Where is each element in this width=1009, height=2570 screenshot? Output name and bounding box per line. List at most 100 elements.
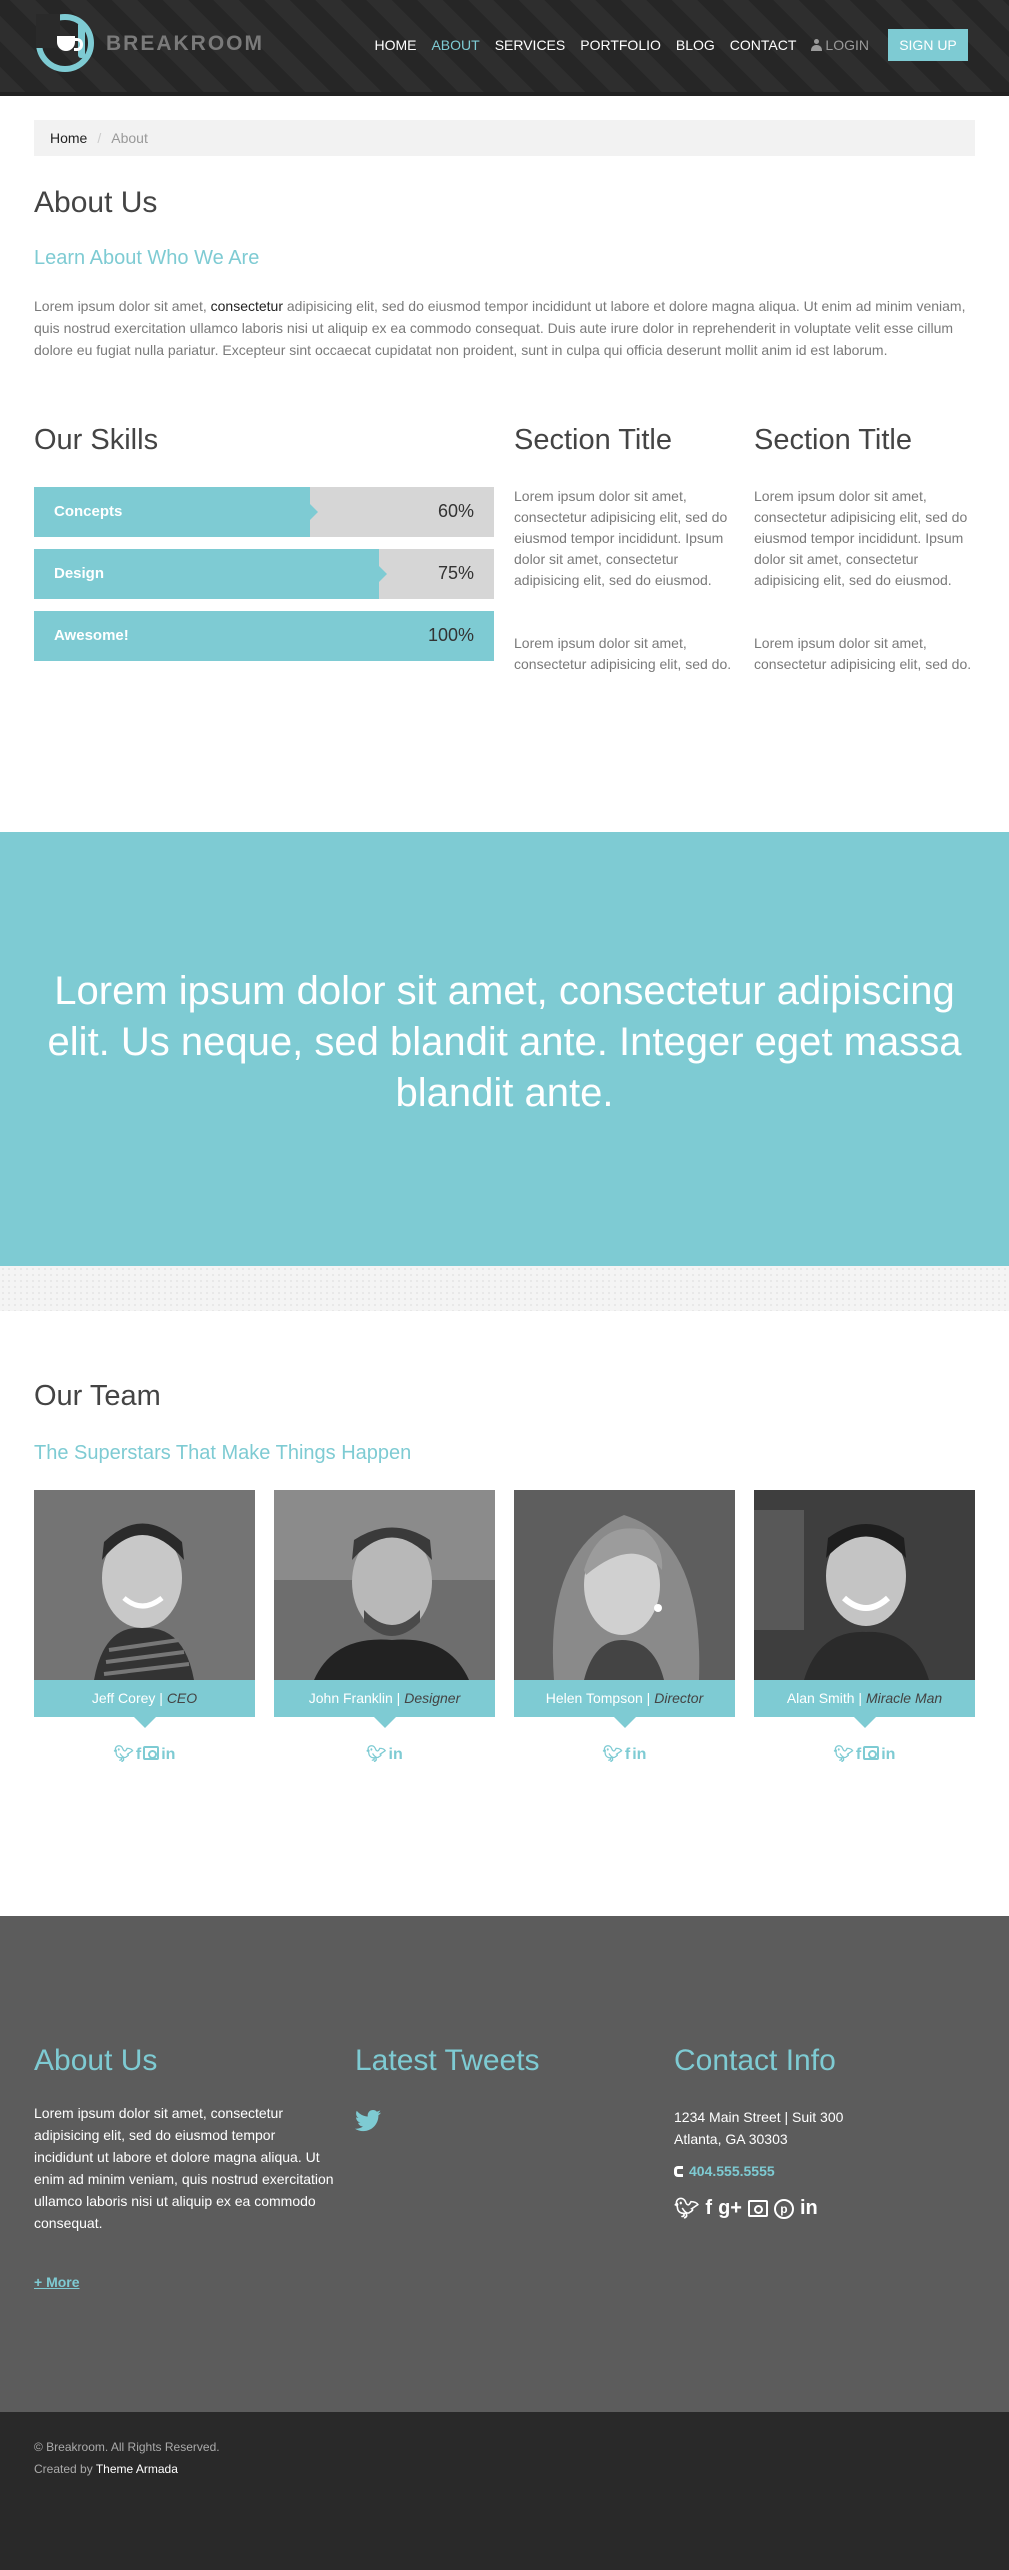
member-socials: 🐦︎ in bbox=[274, 1744, 495, 1764]
footer-contact-title: Contact Info bbox=[674, 2044, 836, 2077]
login-label: LOGIN bbox=[825, 37, 869, 53]
main-nav: HOME ABOUT SERVICES PORTFOLIO BLOG CONTA… bbox=[374, 37, 869, 53]
linkedin-icon[interactable]: in bbox=[800, 2197, 818, 2220]
skill-label: Awesome! bbox=[54, 627, 129, 644]
member-caption: John Franklin | Designer bbox=[274, 1680, 495, 1728]
twitter-icon[interactable] bbox=[355, 2110, 381, 2132]
instagram-icon[interactable] bbox=[863, 1746, 880, 1760]
address-line: Atlanta, GA 30303 bbox=[674, 2131, 788, 2147]
pinterest-icon[interactable]: p bbox=[773, 2198, 794, 2219]
skills-title: Our Skills bbox=[34, 424, 159, 456]
nav-contact[interactable]: CONTACT bbox=[730, 37, 797, 53]
credit-line: Created by Theme Armada bbox=[34, 2462, 178, 2476]
member-name: Jeff Corey bbox=[91, 1690, 156, 1706]
about-paragraph: Lorem ipsum dolor sit amet, consectetur … bbox=[34, 298, 966, 358]
team-member: Helen Tompson | Director 🐦︎ f in bbox=[514, 1490, 735, 1763]
twitter-icon[interactable]: 🐦︎ bbox=[603, 1746, 623, 1763]
twitter-icon[interactable]: 🐦︎ bbox=[366, 1746, 386, 1763]
member-role: Director bbox=[654, 1690, 704, 1706]
login-link[interactable]: LOGIN bbox=[811, 37, 869, 53]
member-role: Miracle Man bbox=[865, 1690, 943, 1706]
skill-bar-awesome: Awesome! 100% bbox=[34, 611, 494, 661]
facebook-icon[interactable]: f bbox=[856, 1746, 861, 1763]
contact-socials: 🐦︎ f g+ p in bbox=[674, 2196, 818, 2221]
user-icon bbox=[811, 39, 823, 51]
nav-blog[interactable]: BLOG bbox=[676, 37, 715, 53]
nav-home[interactable]: HOME bbox=[374, 37, 416, 53]
breadcrumb: Home / About bbox=[34, 120, 975, 156]
google-plus-icon[interactable]: g+ bbox=[718, 2197, 742, 2220]
logo-icon[interactable] bbox=[36, 14, 94, 72]
member-role: CEO bbox=[166, 1690, 198, 1706]
contact-address: 1234 Main Street | Suit 300 Atlanta, GA … bbox=[674, 2106, 843, 2150]
member-socials: 🐦︎ f in bbox=[514, 1744, 735, 1764]
breadcrumb-separator: / bbox=[97, 130, 102, 146]
section-paragraph: Lorem ipsum dolor sit amet, consectetur … bbox=[754, 635, 972, 672]
member-socials: 🐦︎ f in bbox=[754, 1744, 975, 1764]
site-header: BREAKROOM HOME ABOUT SERVICES PORTFOLIO … bbox=[0, 0, 1009, 96]
skill-bar-design: Design 75% bbox=[34, 549, 494, 599]
footer-about-text: Lorem ipsum dolor sit amet, consectetur … bbox=[34, 2105, 334, 2231]
member-name: Helen Tompson bbox=[545, 1690, 643, 1706]
more-link[interactable]: + More bbox=[34, 2274, 80, 2290]
member-name: John Franklin bbox=[308, 1690, 393, 1706]
copyright-text: © Breakroom. All Rights Reserved. bbox=[34, 2440, 220, 2454]
team-subtitle: The Superstars That Make Things Happen bbox=[34, 1442, 412, 1464]
instagram-icon[interactable] bbox=[747, 2200, 768, 2217]
team-title: Our Team bbox=[34, 1380, 161, 1412]
footer-about-title: About Us bbox=[34, 2044, 158, 2077]
member-photo[interactable] bbox=[514, 1490, 735, 1680]
quote-banner: Lorem ipsum dolor sit amet, consectetur … bbox=[0, 832, 1009, 1266]
twitter-icon[interactable]: 🐦︎ bbox=[834, 1746, 854, 1763]
instagram-icon[interactable] bbox=[143, 1746, 160, 1760]
linkedin-icon[interactable]: in bbox=[389, 1746, 403, 1763]
linkedin-icon[interactable]: in bbox=[881, 1746, 895, 1763]
linkedin-icon[interactable]: in bbox=[161, 1746, 175, 1763]
skill-percent: 60% bbox=[437, 501, 474, 521]
skill-percent: 75% bbox=[437, 563, 474, 583]
skill-label: Design bbox=[54, 565, 105, 582]
member-photo[interactable] bbox=[274, 1490, 495, 1680]
phone-icon bbox=[674, 2165, 683, 2177]
skill-percent: 100% bbox=[427, 625, 474, 645]
twitter-icon[interactable]: 🐦︎ bbox=[114, 1746, 134, 1763]
banner-text: Lorem ipsum dolor sit amet, consectetur … bbox=[47, 969, 962, 1115]
about-subtitle: Learn About Who We Are bbox=[34, 247, 260, 269]
member-role: Designer bbox=[404, 1690, 461, 1706]
nav-about[interactable]: ABOUT bbox=[431, 37, 479, 53]
skill-bar-concepts: Concepts 60% bbox=[34, 487, 494, 537]
member-photo[interactable] bbox=[754, 1490, 975, 1680]
address-line: 1234 Main Street | Suit 300 bbox=[674, 2109, 844, 2125]
copyright: © Breakroom. All Rights Reserved. Create… bbox=[34, 2436, 220, 2480]
linkedin-icon[interactable]: in bbox=[632, 1746, 646, 1763]
signup-button[interactable]: SIGN UP bbox=[888, 29, 968, 61]
team-member: Alan Smith | Miracle Man 🐦︎ f in bbox=[754, 1490, 975, 1763]
twitter-icon[interactable]: 🐦︎ bbox=[674, 2196, 699, 2221]
about-highlight: consectetur bbox=[210, 298, 283, 314]
team-member: John Franklin | Designer 🐦︎ in bbox=[274, 1490, 495, 1763]
member-caption: Helen Tompson | Director bbox=[514, 1680, 735, 1728]
contact-phone[interactable]: 404.555.5555 bbox=[674, 2163, 775, 2179]
member-photo[interactable] bbox=[34, 1490, 255, 1680]
nav-services[interactable]: SERVICES bbox=[495, 37, 566, 53]
brand-name[interactable]: BREAKROOM bbox=[106, 32, 264, 56]
facebook-icon[interactable]: f bbox=[136, 1746, 141, 1763]
section-paragraph: Lorem ipsum dolor sit amet, consectetur … bbox=[754, 488, 968, 588]
breadcrumb-current: About bbox=[111, 130, 148, 146]
section-title: Section Title bbox=[514, 424, 672, 456]
member-socials: 🐦︎ f in bbox=[34, 1744, 255, 1764]
member-caption: Alan Smith | Miracle Man bbox=[754, 1680, 975, 1728]
pattern-divider bbox=[0, 1266, 1009, 1311]
page-title: About Us bbox=[34, 186, 158, 219]
skill-label: Concepts bbox=[54, 503, 123, 520]
footer-tweets-title: Latest Tweets bbox=[355, 2044, 540, 2077]
nav-portfolio[interactable]: PORTFOLIO bbox=[580, 37, 661, 53]
team-member: Jeff Corey | CEO 🐦︎ f in bbox=[34, 1490, 255, 1763]
section-paragraph: Lorem ipsum dolor sit amet, consectetur … bbox=[514, 635, 732, 672]
facebook-icon[interactable]: f bbox=[705, 2197, 712, 2220]
facebook-icon[interactable]: f bbox=[625, 1746, 630, 1763]
breadcrumb-home[interactable]: Home bbox=[50, 130, 87, 146]
credit-link[interactable]: Theme Armada bbox=[96, 2462, 178, 2476]
phone-number: 404.555.5555 bbox=[689, 2163, 775, 2179]
member-caption: Jeff Corey | CEO bbox=[34, 1680, 255, 1728]
